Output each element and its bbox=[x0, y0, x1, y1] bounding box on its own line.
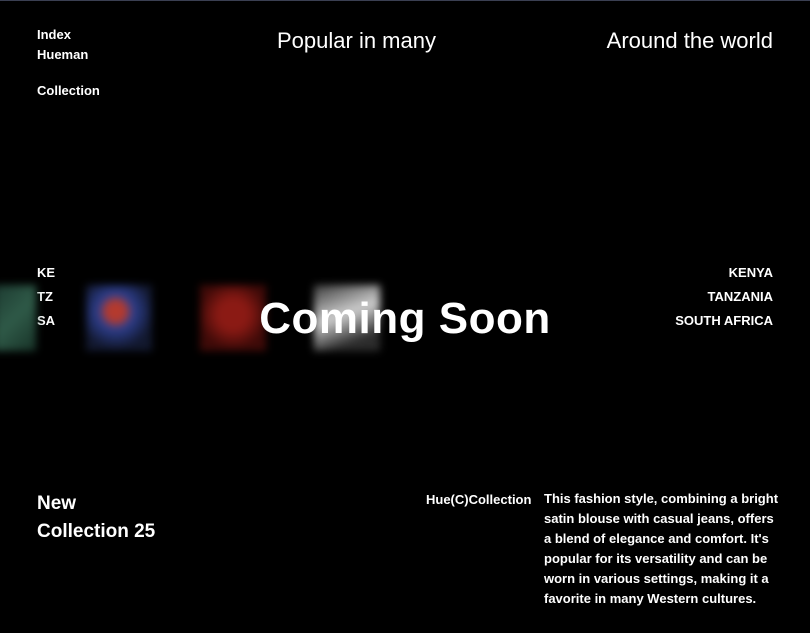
new-collection-line-1: New bbox=[37, 493, 77, 514]
collection-description: This fashion style, combining a bright s… bbox=[544, 491, 779, 606]
country-code-ke: KE bbox=[37, 265, 56, 280]
country-kenya: KENYA bbox=[728, 265, 773, 280]
brand-label: Hue(C)Collection bbox=[426, 492, 532, 507]
nav-link-collection[interactable]: Collection bbox=[37, 81, 100, 101]
tagline-world: Around the world bbox=[606, 28, 773, 53]
nav-link-index[interactable]: Index bbox=[37, 25, 100, 45]
tagline-popular: Popular in many bbox=[277, 28, 436, 53]
top-border bbox=[0, 0, 810, 1]
new-collection-line-2: Collection 25 bbox=[37, 521, 156, 542]
new-collection-heading: New Collection 25 bbox=[37, 490, 155, 546]
main-nav: Index Hueman Collection bbox=[37, 25, 100, 101]
hero-title: Coming Soon bbox=[259, 294, 551, 343]
nav-link-hueman[interactable]: Hueman bbox=[37, 45, 100, 65]
